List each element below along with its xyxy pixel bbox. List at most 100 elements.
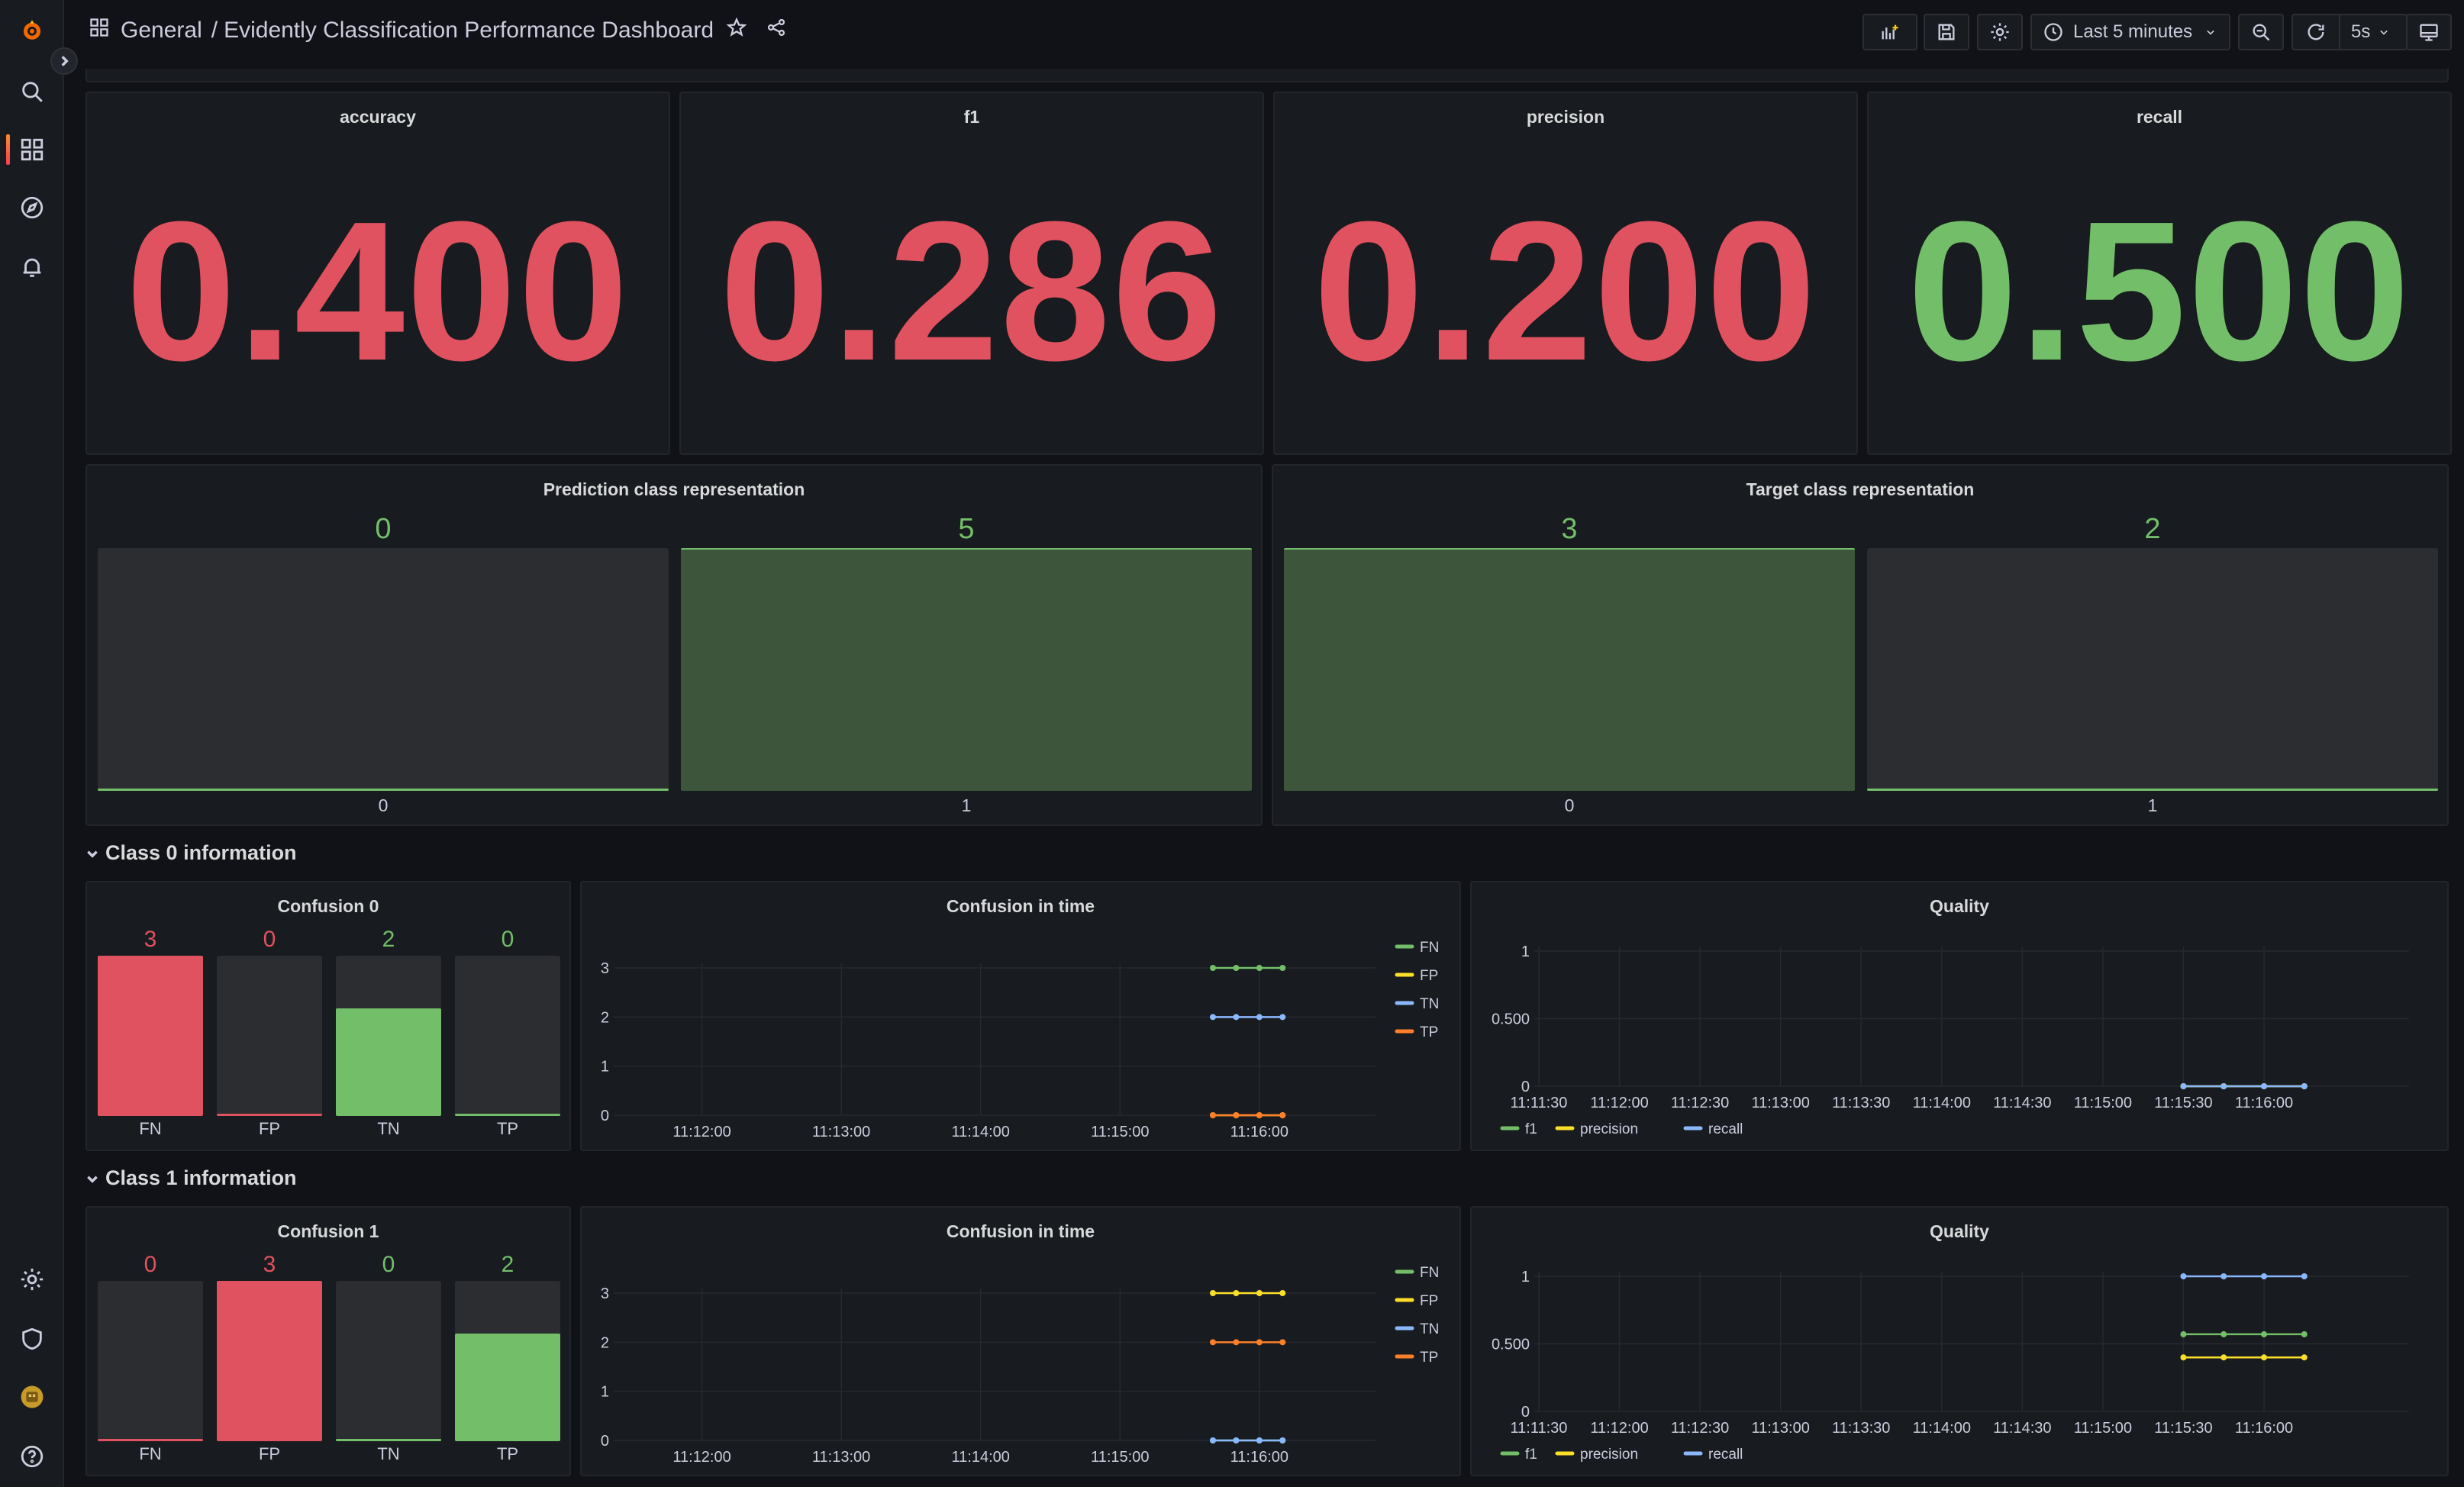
data-point [2301,1354,2308,1361]
quality-0-chart: 11:11:30 11:12:00 11:12:30 11:13:00 11:13:30… [1492,943,2409,1137]
breadcrumb-folder-link[interactable]: General [121,18,202,44]
legend-item[interactable]: FN [1420,1265,1439,1281]
legend-item[interactable]: precision [1580,1121,1638,1137]
legend-item[interactable]: f1 [1525,1121,1537,1137]
bar-fill [217,1114,322,1116]
x-tick-label: 11:15:00 [1091,1449,1149,1466]
server-admin-shield-icon[interactable] [17,1324,47,1354]
confusion-in-time-0-panel[interactable]: Confusion in time 11:12:00 11:13:00 11:14:… [580,881,1461,1151]
x-tick-label: 11:14:30 [1993,1095,2051,1111]
dashboards-icon[interactable] [17,134,47,165]
data-point [2221,1354,2227,1361]
bar-value: 0 [263,927,276,952]
x-tick-label: 11:16:00 [2235,1095,2293,1111]
stat-panel-0[interactable]: accuracy 0.400 [85,92,670,455]
save-icon [1938,24,1955,40]
data-point [2261,1331,2267,1337]
data-point [1209,1290,1216,1296]
top-navbar: General / Evidently Classification Perfo… [66,0,2464,66]
bar-label: TN [377,1444,400,1463]
monitor-icon [2420,24,2438,41]
refresh-button[interactable]: 5s [2291,14,2408,50]
bar-value: 0 [375,513,392,545]
search-icon[interactable] [17,76,47,107]
legend-item[interactable]: TN [1420,1321,1439,1337]
bar-track [336,956,441,1116]
configuration-gear-icon[interactable] [17,1264,47,1295]
quality-1-panel[interactable]: Quality 11:11:30 11:12:00 11:12:30 11:13:00… [1470,1206,2449,1476]
bar-value: 2 [501,1252,514,1277]
bar-value: 3 [144,927,157,952]
bar-fill [217,1281,322,1441]
bar-track [1284,548,1855,791]
stat-panel-1[interactable]: f1 0.286 [679,92,1264,455]
help-icon[interactable] [17,1441,47,1472]
alerting-bell-icon[interactable] [17,252,47,282]
row-class-0-header[interactable]: Class 0 information [85,841,297,865]
legend-item[interactable]: FP [1420,1293,1438,1309]
y-tick-label: 0.500 [1492,1337,1530,1353]
x-tick-label: 11:14:30 [1993,1420,2051,1437]
data-point [1209,1112,1216,1118]
y-tick-label: 0 [601,1433,609,1450]
explore-compass-icon[interactable] [17,192,47,223]
save-dashboard-button[interactable] [1924,14,1969,50]
add-panel-button[interactable] [1863,14,1917,50]
data-point [1209,1339,1216,1346]
legend-item[interactable]: recall [1708,1121,1743,1137]
y-tick-label: 2 [601,1009,609,1026]
data-point [2221,1273,2227,1279]
data-point [1209,965,1216,971]
data-point [1279,1290,1286,1296]
stat-panel-3[interactable]: recall 0.500 [1867,92,2452,455]
stat-panel-2[interactable]: precision 0.200 [1273,92,1858,455]
bar-label: TN [377,1119,400,1138]
data-point [2180,1083,2187,1089]
data-point [1256,1339,1263,1346]
data-point [2180,1354,2187,1361]
tv-mode-button[interactable] [2406,14,2452,50]
data-point [2301,1331,2308,1337]
bar-label: TP [496,1119,519,1138]
data-point [1233,1112,1240,1118]
bar-fill [455,1334,560,1441]
y-tick-label: 1 [601,1059,609,1076]
clock-icon [2044,23,2062,41]
x-tick-label: 11:16:00 [2235,1420,2293,1437]
chevron-down-icon [87,1176,98,1183]
panel-title: Prediction class representation [543,479,805,499]
bar-track [336,1281,441,1441]
legend-item[interactable]: TN [1420,996,1439,1012]
data-point [1233,1339,1240,1346]
quality-0-panel[interactable]: Quality 11:11:30 11:12:00 11:12:30 11:13:00… [1470,881,2449,1151]
target-class-panel[interactable]: Target class representation 3 0 2 1 [1272,464,2449,826]
legend-item[interactable]: precision [1580,1447,1638,1463]
legend-item[interactable]: TP [1420,1350,1438,1366]
confusion-0-panel[interactable]: Confusion 0 3 FN 0 FP 2 TN 0 TP [85,881,571,1151]
zoom-out-icon [2253,24,2270,41]
legend-item[interactable]: FN [1420,940,1439,956]
legend-item[interactable]: f1 [1525,1447,1537,1463]
share-icon[interactable] [766,17,787,44]
legend-item[interactable]: TP [1420,1024,1438,1040]
confusion-in-time-1-panel[interactable]: Confusion in time 11:12:00 11:13:00 11:14:… [580,1206,1461,1476]
legend-item[interactable]: recall [1708,1447,1743,1463]
expand-menu-button[interactable] [50,47,78,75]
grafana-logo-icon[interactable] [17,15,47,46]
prediction-class-panel[interactable]: Prediction class representation 0 0 5 1 [85,464,1263,826]
dashboard-title[interactable]: Evidently Classification Performance Das… [224,18,714,44]
user-avatar-icon[interactable] [17,1382,47,1412]
confusion-1-panel[interactable]: Confusion 1 0 FN 3 FP 0 TN 2 TP [85,1206,571,1476]
bar-label: FP [258,1444,281,1463]
star-icon[interactable] [726,17,747,44]
dashboard-settings-button[interactable] [1977,14,2023,50]
time-range-picker[interactable]: Last 5 minutes [2030,14,2230,50]
bar-label: 0 [1564,795,1575,815]
row-class-1-header[interactable]: Class 1 information [85,1166,297,1190]
legend-item[interactable]: FP [1420,968,1438,984]
x-tick-label: 11:15:30 [2154,1420,2212,1437]
add-panel-icon [1882,24,1898,40]
zoom-out-button[interactable] [2238,14,2284,50]
refresh-interval-label: 5s [2351,21,2371,42]
data-point [1256,1290,1263,1296]
